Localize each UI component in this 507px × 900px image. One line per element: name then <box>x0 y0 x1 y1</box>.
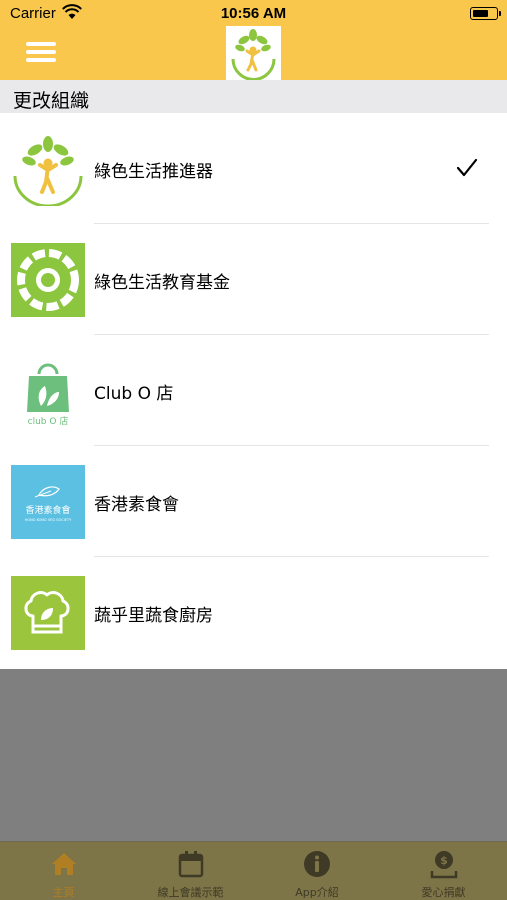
nav-bar <box>0 26 507 81</box>
green-ring-logo <box>11 243 85 317</box>
tree-person-logo-icon <box>226 26 281 81</box>
info-icon <box>304 851 330 877</box>
calendar-icon <box>178 851 203 878</box>
tab-label: App介紹 <box>295 886 339 899</box>
tab-label: 主頁 <box>52 886 75 899</box>
org-name: 綠色生活推進器 <box>94 162 213 182</box>
tab-donate[interactable]: $ 愛心捐獻 <box>380 842 507 900</box>
checkmark-icon <box>456 158 478 177</box>
list-item[interactable]: 綠色生活推進器 <box>0 113 507 224</box>
section-header: 更改組織 <box>0 80 507 113</box>
svg-text:club O 店: club O 店 <box>28 415 69 427</box>
section-title: 更改組織 <box>13 90 90 112</box>
organization-list: 綠色生活推進器 綠色生活教育基金 club O 店 Club O 店 香港素食會… <box>0 113 507 669</box>
hamburger-menu-icon[interactable] <box>26 39 56 65</box>
list-item[interactable]: 香港素食會 HONG KONG VEG SOCIETY 香港素食會 <box>0 446 507 557</box>
tab-label: 愛心捐獻 <box>421 886 466 899</box>
org-name: 綠色生活教育基金 <box>94 273 230 293</box>
tab-label: 線上會議示範 <box>157 886 224 899</box>
org-name: Club O 店 <box>94 384 174 404</box>
list-item[interactable]: club O 店 Club O 店 <box>0 335 507 446</box>
svg-text:香港素食會: 香港素食會 <box>25 504 70 516</box>
tab-home[interactable]: 主頁 <box>0 842 127 900</box>
status-bar: Carrier 10:56 AM <box>0 0 507 26</box>
chef-hat-leaf-logo <box>11 576 85 650</box>
org-name: 香港素食會 <box>94 495 179 515</box>
svg-text:$: $ <box>440 854 448 867</box>
list-item[interactable]: 蔬乎里蔬食廚房 <box>0 557 507 668</box>
shopping-bag-logo: club O 店 <box>11 354 85 428</box>
vegetarian-society-logo: 香港素食會 HONG KONG VEG SOCIETY <box>11 465 85 539</box>
tree-person-logo <box>11 132 85 208</box>
svg-text:HONG KONG VEG SOCIETY: HONG KONG VEG SOCIETY <box>25 518 72 522</box>
donate-icon: $ <box>430 851 457 879</box>
battery-icon <box>470 7 501 20</box>
home-icon <box>51 853 76 875</box>
org-name: 蔬乎里蔬食廚房 <box>94 606 213 626</box>
tab-app-intro[interactable]: App介紹 <box>254 842 380 900</box>
clock: 10:56 AM <box>220 5 287 22</box>
list-item[interactable]: 綠色生活教育基金 <box>0 224 507 335</box>
tab-bar: 主頁 線上會議示範 App介紹 $ 愛心捐獻 <box>0 841 507 900</box>
tab-online-meeting[interactable]: 線上會議示範 <box>127 842 254 900</box>
